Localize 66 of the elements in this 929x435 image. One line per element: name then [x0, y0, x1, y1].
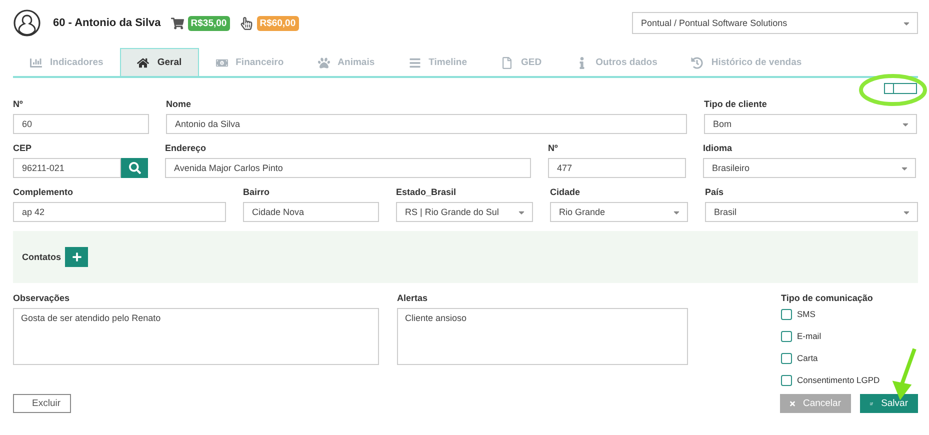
- checkbox-option[interactable]: Carta: [781, 347, 880, 369]
- dropdown-field[interactable]: Brasil: [705, 202, 918, 222]
- tab[interactable]: Geral: [120, 48, 199, 76]
- save-button[interactable]: Salvar: [860, 394, 918, 413]
- checkbox[interactable]: [781, 352, 792, 364]
- field-label: Observações: [13, 293, 71, 303]
- input-field[interactable]: 96211-021: [13, 158, 121, 178]
- dropdown-field[interactable]: Brasileiro: [703, 158, 916, 178]
- dropdown-field[interactable]: RS | Rio Grande do Sul: [396, 202, 533, 222]
- input-field[interactable]: 60: [13, 114, 149, 134]
- field-label: Tipo de comunicação: [781, 293, 874, 303]
- company-dropdown[interactable]: Pontual / Pontual Software Solutions: [632, 12, 918, 34]
- input-field[interactable]: Cidade Nova: [243, 202, 379, 222]
- paw-icon: [318, 56, 330, 68]
- field-label: Bairro: [243, 187, 271, 197]
- text-area[interactable]: Cliente ansioso: [397, 308, 688, 365]
- amount-badge: R$35,00: [188, 16, 230, 30]
- field-label: Nº: [548, 143, 559, 153]
- text-area[interactable]: Gosta de ser atendido pelo Renato: [13, 308, 379, 365]
- field-label: Tipo de cliente: [704, 99, 768, 109]
- checkbox[interactable]: [781, 330, 792, 342]
- field-label: Idioma: [703, 143, 734, 153]
- menu-icon: [408, 56, 421, 68]
- hand-icon: [240, 16, 253, 30]
- input-field[interactable]: 477: [548, 158, 686, 178]
- field-label: Estado_Brasil: [396, 187, 458, 197]
- contacts-label: Contatos: [22, 252, 61, 262]
- search-icon: [128, 162, 140, 174]
- input-field[interactable]: ap 42: [13, 202, 226, 222]
- checkbox-option[interactable]: E-mail: [781, 325, 880, 347]
- dropdown-field[interactable]: Bom: [704, 114, 917, 134]
- checkbox-label: SMS: [797, 309, 816, 319]
- checkbox-label: Consentimento LGPD: [797, 375, 880, 385]
- checkbox[interactable]: [781, 308, 792, 320]
- field-label: Nome: [166, 99, 192, 109]
- file-icon: [501, 56, 514, 68]
- amount-badge: R$60,00: [256, 16, 299, 30]
- checkbox-label: E-mail: [797, 331, 822, 341]
- checkbox-option[interactable]: Consentimento LGPD: [781, 369, 880, 391]
- field-label: Nº: [13, 99, 24, 109]
- field-label: Endereço: [165, 143, 208, 153]
- user-avatar-icon: [13, 9, 41, 37]
- history-icon: [691, 56, 704, 68]
- input-field[interactable]: Avenida Major Carlos Pinto: [165, 158, 531, 178]
- cart-icon: [170, 16, 184, 30]
- checkbox-label: Carta: [797, 353, 818, 363]
- bar-chart-icon: [30, 56, 42, 68]
- delete-button[interactable]: Excluir: [13, 394, 71, 413]
- checkbox-option[interactable]: SMS: [781, 303, 880, 325]
- field-label: País: [705, 187, 725, 197]
- field-label: Complemento: [13, 187, 74, 197]
- field-label: Cidade: [550, 187, 582, 197]
- highlight-ellipse: [858, 73, 928, 107]
- customer-name: 60 - Antonio da Silva: [53, 17, 161, 29]
- close-icon: [790, 398, 795, 408]
- banknote-icon: [216, 56, 228, 68]
- view-toggle[interactable]: [884, 83, 917, 94]
- search-button[interactable]: [121, 158, 148, 178]
- home-icon: [137, 56, 150, 68]
- dropdown-field[interactable]: Rio Grande: [550, 202, 688, 222]
- checkbox[interactable]: [781, 374, 792, 386]
- input-field[interactable]: Antonio da Silva: [166, 114, 687, 134]
- field-label: CEP: [13, 143, 33, 153]
- plus-icon: [72, 252, 82, 262]
- field-label: Alertas: [397, 293, 429, 303]
- add-button[interactable]: [65, 247, 88, 267]
